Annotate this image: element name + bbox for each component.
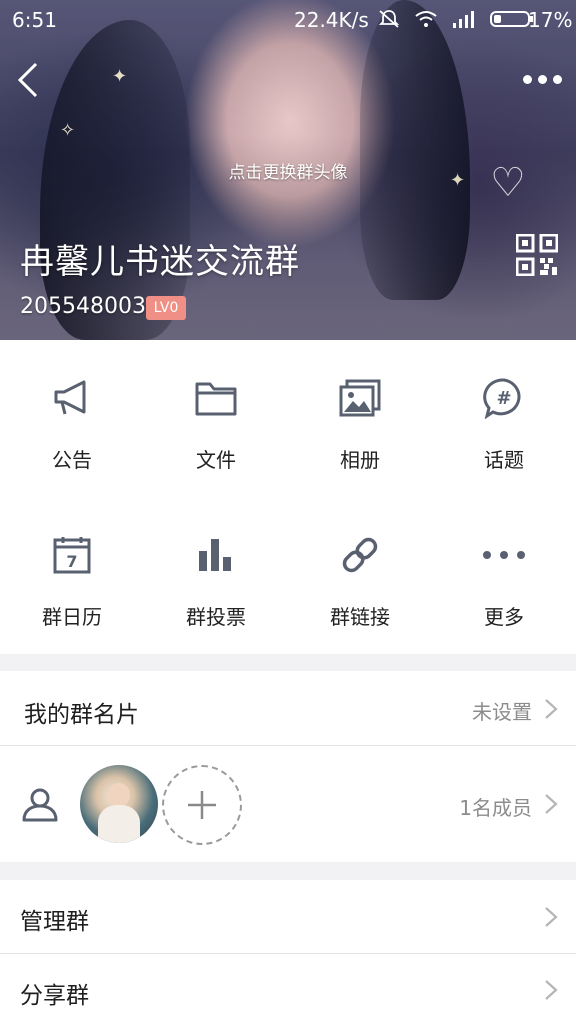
group-name: 冉馨儿书迷交流群 bbox=[20, 242, 300, 282]
grid-item-link[interactable]: 群链接 bbox=[288, 497, 432, 654]
folder-icon bbox=[195, 382, 237, 416]
signal-icon bbox=[453, 11, 474, 28]
grid-label: 话题 bbox=[484, 448, 524, 472]
calendar-day: 7 bbox=[66, 552, 77, 571]
more-options-button[interactable] bbox=[518, 64, 566, 94]
dot-icon bbox=[522, 74, 532, 84]
album-icon bbox=[339, 379, 381, 417]
link-icon bbox=[342, 537, 378, 573]
grid-item-files[interactable]: 文件 bbox=[144, 340, 288, 497]
grid-label: 文件 bbox=[196, 448, 236, 472]
plus-icon bbox=[188, 791, 216, 819]
more-icon bbox=[483, 551, 525, 559]
chevron-right-icon bbox=[545, 980, 558, 1000]
group-header: ✦ ✧ ✦ ♡ 6:51 22.4K/s 17% 点击更换群头像 冉馨儿书迷交流… bbox=[0, 0, 576, 340]
topic-icon: # bbox=[483, 378, 521, 419]
share-group-row[interactable]: 分享群 bbox=[0, 954, 576, 1024]
change-avatar-hint[interactable]: 点击更换群头像 bbox=[0, 158, 576, 183]
dot-icon bbox=[552, 74, 562, 84]
grid-item-more[interactable]: 更多 bbox=[432, 497, 576, 654]
mute-icon bbox=[378, 10, 400, 28]
group-id: 205548003 bbox=[20, 294, 146, 319]
status-bar: 6:51 22.4K/s 17% bbox=[0, 0, 576, 38]
battery-percent: 17% bbox=[528, 8, 573, 32]
member-count: 1名成员 bbox=[459, 796, 532, 820]
feature-grid: 公告 文件 相册 # 话题 7 群日历 群投票 群链接 更多 bbox=[0, 340, 576, 654]
status-time: 6:51 bbox=[12, 8, 57, 32]
grid-item-announcement[interactable]: 公告 bbox=[0, 340, 144, 497]
back-button[interactable] bbox=[10, 58, 46, 102]
my-group-card-value: 未设置 bbox=[472, 700, 532, 724]
grid-label: 群投票 bbox=[186, 605, 246, 629]
chevron-right-icon bbox=[545, 907, 558, 927]
share-group-label: 分享群 bbox=[20, 983, 89, 1009]
calendar-icon: 7 bbox=[53, 537, 91, 574]
status-net-speed: 22.4K/s bbox=[294, 8, 369, 32]
my-group-card-row[interactable]: 我的群名片 未设置 bbox=[0, 671, 576, 745]
grid-label: 相册 bbox=[340, 448, 380, 472]
add-member-button[interactable] bbox=[162, 765, 242, 845]
chevron-right-icon bbox=[545, 794, 558, 814]
chevron-right-icon bbox=[545, 699, 558, 719]
manage-group-row[interactable]: 管理群 bbox=[0, 880, 576, 953]
grid-item-album[interactable]: 相册 bbox=[288, 340, 432, 497]
qr-code-icon[interactable] bbox=[516, 234, 558, 276]
grid-item-topics[interactable]: # 话题 bbox=[432, 340, 576, 497]
dot-icon bbox=[537, 74, 547, 84]
grid-item-calendar[interactable]: 7 群日历 bbox=[0, 497, 144, 654]
grid-label: 公告 bbox=[52, 448, 92, 472]
grid-item-vote[interactable]: 群投票 bbox=[144, 497, 288, 654]
manage-group-label: 管理群 bbox=[20, 909, 89, 935]
member-avatar[interactable] bbox=[80, 765, 158, 843]
wifi-icon bbox=[415, 11, 437, 27]
level-badge: LV0 bbox=[146, 296, 186, 320]
grid-label: 群日历 bbox=[42, 605, 102, 629]
chevron-left-icon bbox=[17, 62, 38, 98]
grid-label: 群链接 bbox=[330, 605, 390, 629]
megaphone-icon bbox=[54, 380, 86, 415]
svg-text:#: # bbox=[496, 388, 511, 409]
members-icon bbox=[22, 788, 58, 822]
vote-icon bbox=[199, 539, 231, 571]
my-group-card-label: 我的群名片 bbox=[24, 702, 139, 728]
grid-label: 更多 bbox=[484, 605, 524, 629]
